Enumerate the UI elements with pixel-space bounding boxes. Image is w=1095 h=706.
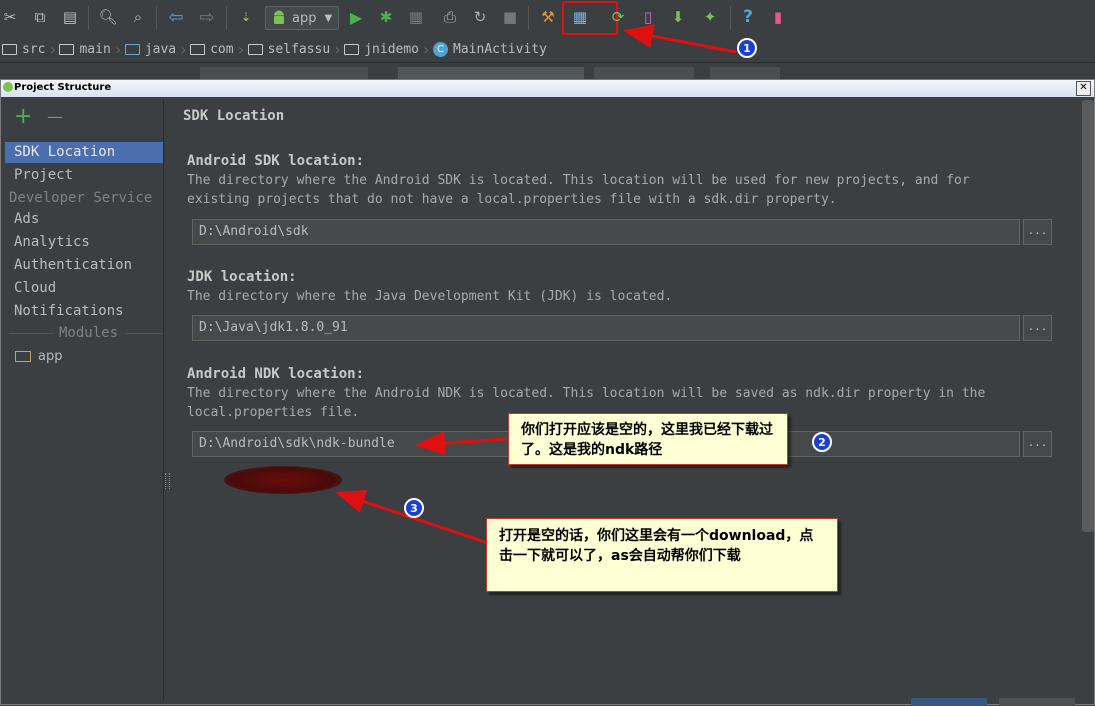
annotation-badge-3: 3 bbox=[404, 498, 424, 518]
arrow-2 bbox=[415, 431, 507, 456]
annotation-badge-1: 1 bbox=[737, 38, 757, 58]
annotation-arrows bbox=[335, 24, 737, 545]
arrow-1 bbox=[623, 24, 737, 54]
annotation-callout-3: 打开是空的话，你们这里会有一个download，点击一下就可以了，as会自动帮你… bbox=[486, 518, 838, 592]
annotation-badge-2: 2 bbox=[812, 432, 832, 452]
annotation-callout-2: 你们打开应该是空的，这里我已经下载过了。这是我的ndk路径 bbox=[508, 413, 788, 465]
